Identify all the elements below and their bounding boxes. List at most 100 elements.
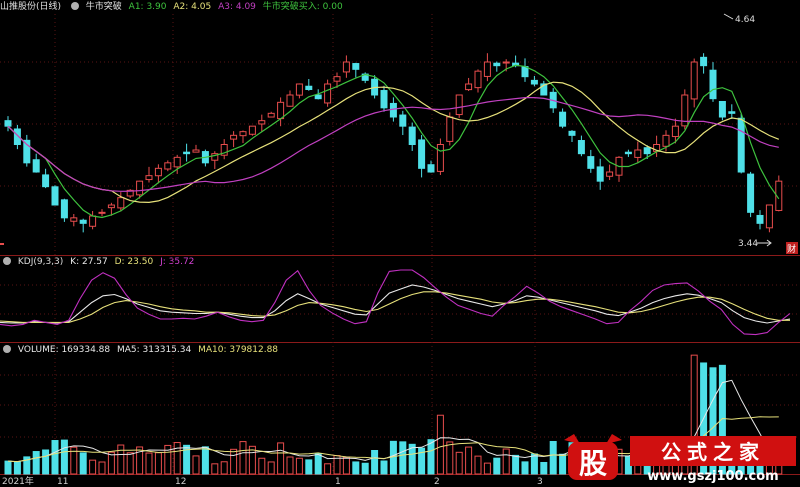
volume-bar[interactable] [145, 452, 153, 475]
candle-body[interactable] [418, 139, 426, 169]
candlestick-series[interactable] [4, 53, 783, 233]
candle-body[interactable] [474, 70, 482, 89]
candle-body[interactable] [267, 112, 275, 118]
volume-bar[interactable] [352, 461, 360, 475]
candle-body[interactable] [295, 83, 303, 96]
candle-body[interactable] [389, 102, 397, 118]
candle-body[interactable] [4, 120, 12, 127]
volume-bar[interactable] [512, 454, 520, 475]
volume-bar[interactable] [258, 457, 266, 475]
volume-bar[interactable] [436, 414, 444, 475]
volume-bar[interactable] [427, 439, 435, 475]
candle-body[interactable] [690, 61, 698, 100]
candle-body[interactable] [521, 66, 529, 78]
candle-body[interactable] [117, 197, 125, 209]
candle-body[interactable] [173, 156, 181, 168]
volume-bar[interactable] [455, 451, 463, 475]
volume-bar[interactable] [211, 463, 219, 475]
volume-bar[interactable] [493, 457, 501, 475]
candle-body[interactable] [756, 214, 764, 224]
candle-body[interactable] [98, 211, 106, 214]
candle-body[interactable] [42, 174, 50, 188]
volume-bar[interactable] [277, 442, 285, 475]
candle-body[interactable] [606, 171, 614, 177]
candle-body[interactable] [79, 219, 87, 224]
candle-body[interactable] [700, 56, 708, 67]
volume-bar[interactable] [324, 463, 332, 475]
candle-body[interactable] [765, 204, 773, 229]
candle-body[interactable] [314, 94, 322, 100]
candle-body[interactable] [258, 120, 266, 125]
volume-bar[interactable] [201, 446, 209, 475]
candle-body[interactable] [596, 166, 604, 182]
volume-bar[interactable] [98, 461, 106, 475]
volume-bar[interactable] [192, 455, 200, 475]
candle-body[interactable] [624, 151, 632, 155]
candle-body[interactable] [230, 134, 238, 140]
candle-body[interactable] [352, 63, 360, 70]
volume-bar[interactable] [239, 441, 247, 475]
candle-body[interactable] [333, 76, 341, 82]
candle-body[interactable] [305, 85, 313, 91]
volume-bar[interactable] [540, 461, 548, 475]
volume-bar[interactable] [173, 442, 181, 475]
stock-chart[interactable]: 4.64 3.44 财 2021年 11 12 1 2 3 [0, 0, 800, 487]
volume-bar[interactable] [51, 440, 59, 475]
candle-body[interactable] [671, 125, 679, 138]
volume-bar[interactable] [549, 440, 557, 475]
volume-bar[interactable] [342, 456, 350, 475]
candle-body[interactable] [342, 61, 350, 73]
candle-body[interactable] [60, 199, 68, 219]
volume-bar[interactable] [117, 444, 125, 475]
volume-bar[interactable] [399, 441, 407, 475]
candle-body[interactable] [145, 175, 153, 181]
volume-bar[interactable] [446, 441, 454, 475]
volume-bar[interactable] [42, 449, 50, 475]
candle-body[interactable] [718, 100, 726, 118]
candle-body[interactable] [164, 162, 172, 170]
candle-body[interactable] [239, 131, 247, 137]
volume-bar[interactable] [371, 450, 379, 475]
volume-bar[interactable] [502, 448, 510, 475]
candle-body[interactable] [587, 156, 595, 169]
volume-bar[interactable] [474, 455, 482, 475]
candle-body[interactable] [436, 144, 444, 172]
candle-body[interactable] [728, 111, 736, 114]
candle-body[interactable] [530, 79, 538, 85]
volume-bar[interactable] [154, 452, 162, 475]
volume-bar[interactable] [4, 460, 12, 475]
candle-body[interactable] [277, 101, 285, 120]
finance-badge[interactable]: 财 [786, 242, 798, 255]
candle-body[interactable] [192, 149, 200, 153]
volume-bar[interactable] [380, 460, 388, 475]
candle-body[interactable] [747, 173, 755, 213]
volume-bar[interactable] [314, 453, 322, 475]
candle-body[interactable] [455, 94, 463, 116]
candle-body[interactable] [107, 204, 115, 209]
volume-bar[interactable] [79, 452, 87, 475]
candle-body[interactable] [89, 215, 97, 227]
candle-body[interactable] [662, 134, 670, 147]
candle-body[interactable] [154, 167, 162, 177]
candle-body[interactable] [70, 217, 78, 222]
candle-body[interactable] [559, 111, 567, 127]
volume-bar[interactable] [305, 459, 313, 475]
candle-body[interactable] [634, 149, 642, 158]
candle-body[interactable] [483, 61, 491, 77]
candle-body[interactable] [136, 180, 144, 196]
candle-body[interactable] [465, 83, 473, 91]
candle-body[interactable] [446, 116, 454, 142]
candle-body[interactable] [286, 94, 294, 107]
candle-body[interactable] [399, 114, 407, 127]
volume-bar[interactable] [286, 456, 294, 475]
candle-body[interactable] [709, 69, 717, 100]
candle-body[interactable] [577, 140, 585, 155]
volume-bar[interactable] [220, 461, 228, 475]
candle-body[interactable] [737, 117, 745, 173]
candle-body[interactable] [248, 125, 256, 135]
volume-bar[interactable] [465, 446, 473, 475]
candle-body[interactable] [643, 147, 651, 155]
volume-bar[interactable] [530, 453, 538, 475]
volume-bar[interactable] [32, 451, 40, 475]
candle-body[interactable] [51, 186, 59, 206]
